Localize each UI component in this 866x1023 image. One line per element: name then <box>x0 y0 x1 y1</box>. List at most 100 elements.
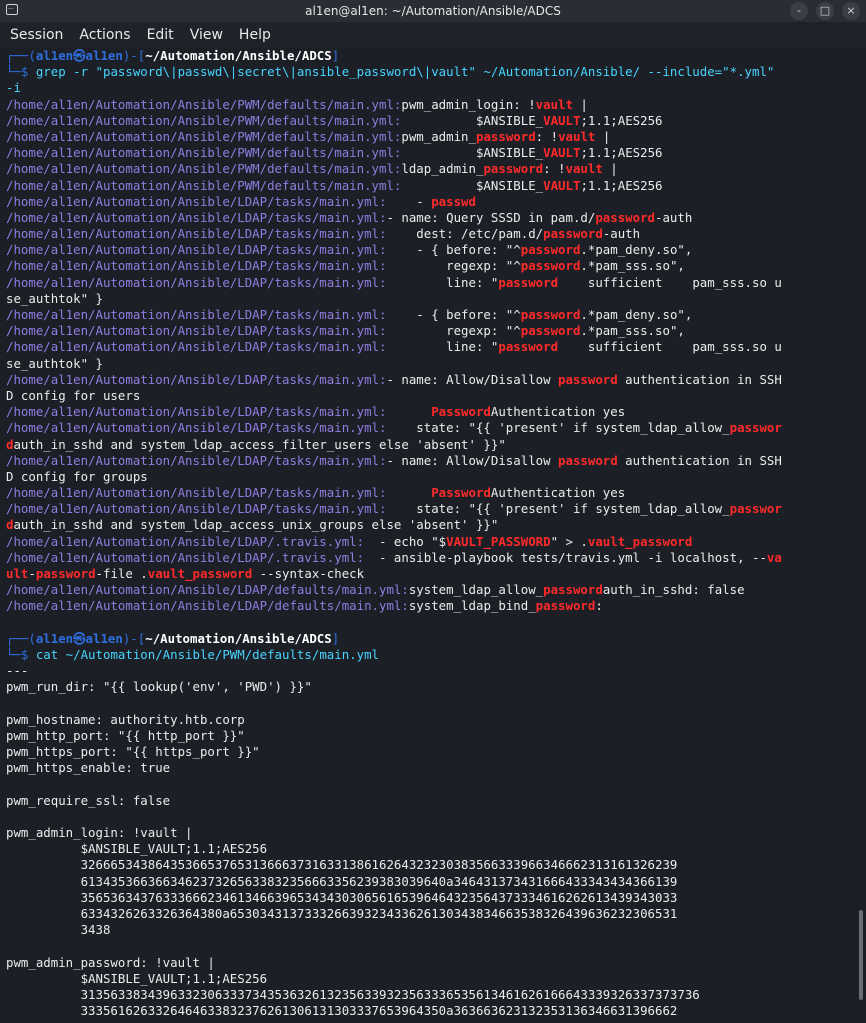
terminal-line: /home/al1en/Automation/Ansible/LDAP/task… <box>6 501 866 517</box>
menu-help[interactable]: Help <box>239 27 271 43</box>
terminal-text: /home/al1en/Automation/Ansible/PWM/defau… <box>6 112 402 128</box>
terminal-text: /home/al1en/Automation/Ansible/LDAP/task… <box>6 339 387 355</box>
terminal-line: /home/al1en/Automation/Ansible/LDAP/task… <box>6 242 866 258</box>
terminal-text: Authentication yes <box>490 485 626 501</box>
terminal-text: - <box>386 193 432 209</box>
minimize-button[interactable]: - <box>790 2 808 20</box>
terminal-text: password <box>535 598 596 614</box>
terminal-line: ┌──(al1en㉿al1en)-[~/Automation/Ansible/A… <box>6 48 866 64</box>
terminal-line: ┌──(al1en㉿al1en)-[~/Automation/Ansible/A… <box>6 631 866 647</box>
terminal-text: -auth <box>655 209 693 225</box>
terminal-text: 3135633834396332306333734353632613235633… <box>6 986 700 1002</box>
menu-view[interactable]: View <box>190 27 223 43</box>
terminal-output[interactable]: ┌──(al1en㉿al1en)-[~/Automation/Ansible/A… <box>0 48 866 1023</box>
title-bar[interactable]: al1en@al1en: ~/Automation/Ansible/ADCS -… <box>0 0 866 22</box>
terminal-text: - echo "$ <box>364 533 447 549</box>
terminal-text: authentication in SSH <box>617 452 782 468</box>
menu-bar: Session Actions Edit View Help <box>0 22 866 48</box>
terminal-text: vault_password <box>587 533 693 549</box>
terminal-text: line: " <box>386 339 499 355</box>
terminal-text: pwm_admin_login: ! <box>401 96 536 112</box>
terminal-line: dauth_in_sshd and system_ldap_access_fil… <box>6 437 866 453</box>
scrollbar[interactable] <box>859 910 863 1000</box>
terminal-text: $ANSIBLE_ <box>401 145 544 161</box>
terminal-text: sufficient pam_sss.so u <box>558 274 782 290</box>
terminal-text: -auth <box>602 226 641 242</box>
terminal-line: /home/al1en/Automation/Ansible/PWM/defau… <box>6 113 866 129</box>
terminal-text: /home/al1en/Automation/Ansible/LDAP/.tra… <box>6 549 365 565</box>
terminal-line: /home/al1en/Automation/Ansible/LDAP/task… <box>6 226 866 242</box>
terminal-line: /home/al1en/Automation/Ansible/LDAP/task… <box>6 194 866 210</box>
terminal-text: pwm_run_dir: "{{ lookup('env', 'PWD') }}… <box>6 679 312 695</box>
terminal-text: 3335616263326464633832376261306131303337… <box>6 1003 678 1019</box>
terminal-line: D config for groups <box>6 469 866 485</box>
terminal-text: - { before: "^ <box>386 242 521 258</box>
menu-session[interactable]: Session <box>10 27 63 43</box>
terminal-line: 3266653438643536653765313666373163313861… <box>6 857 866 873</box>
terminal-text: -i <box>6 80 21 96</box>
terminal-line: 6134353663663462373265633832356663356239… <box>6 874 866 890</box>
terminal-text: dest: /etc/pam.d/ <box>386 226 544 242</box>
menu-actions[interactable]: Actions <box>79 27 130 43</box>
terminal-line: 3438 <box>6 922 866 938</box>
terminal-text: : <box>595 598 603 614</box>
terminal-text: )-[ <box>122 48 146 63</box>
window-title: al1en@al1en: ~/Automation/Ansible/ADCS <box>305 4 561 18</box>
terminal-text: .*pam_sss.so", <box>580 323 685 339</box>
terminal-text: /home/al1en/Automation/Ansible/PWM/defau… <box>6 161 402 177</box>
terminal-text: VAULT <box>543 112 581 128</box>
menu-edit[interactable]: Edit <box>147 27 174 43</box>
terminal-line: /home/al1en/Automation/Ansible/LDAP/defa… <box>6 582 866 598</box>
terminal-text: se_authtok" } <box>6 290 103 306</box>
terminal-text: -file . <box>95 566 148 581</box>
terminal-text: /home/al1en/Automation/Ansible/PWM/defau… <box>6 145 402 161</box>
terminal-text: ;1.1;AES256 <box>580 145 663 161</box>
terminal-text: VAULT <box>543 145 581 161</box>
terminal-text: se_authtok" } <box>6 355 103 371</box>
terminal-text: pwm_admin_ <box>401 128 476 144</box>
terminal-text: Password <box>431 404 491 420</box>
terminal-line: 3135633834396332306333734353632613235633… <box>6 987 866 1003</box>
maximize-button[interactable]: □ <box>816 2 834 20</box>
terminal-line: pwm_require_ssl: false <box>6 793 866 809</box>
terminal-line: /home/al1en/Automation/Ansible/LDAP/task… <box>6 275 866 291</box>
terminal-text: 3266653438643536653765313666373163313861… <box>6 857 678 873</box>
terminal-line: /home/al1en/Automation/Ansible/LDAP/task… <box>6 339 866 355</box>
terminal-text: password <box>558 371 618 387</box>
terminal-line: /home/al1en/Automation/Ansible/LDAP/task… <box>6 404 866 420</box>
terminal-text: | <box>602 161 618 177</box>
terminal-text: al1en㉿al1en <box>35 48 123 63</box>
terminal-text: password <box>520 307 581 322</box>
terminal-text: /home/al1en/Automation/Ansible/LDAP/task… <box>6 258 387 274</box>
terminal-line: pwm_admin_login: !vault | <box>6 825 866 841</box>
terminal-text: system_ldap_bind_ <box>408 598 536 614</box>
terminal-line: /home/al1en/Automation/Ansible/LDAP/.tra… <box>6 534 866 550</box>
terminal-text: Password <box>431 485 491 501</box>
terminal-text: /home/al1en/Automation/Ansible/LDAP/task… <box>6 404 387 420</box>
terminal-text: /home/al1en/Automation/Ansible/LDAP/task… <box>6 307 387 322</box>
terminal-line: --- <box>6 663 866 679</box>
close-button[interactable]: × <box>842 2 860 20</box>
terminal-line: se_authtok" } <box>6 291 866 307</box>
terminal-line: /home/al1en/Automation/Ansible/PWM/defau… <box>6 161 866 177</box>
terminal-line: /home/al1en/Automation/Ansible/LDAP/task… <box>6 372 866 388</box>
terminal-line: /home/al1en/Automation/Ansible/LDAP/task… <box>6 307 866 323</box>
terminal-text: VAULT_PASSWORD <box>446 533 551 549</box>
terminal-line: 6334326263326364380a65303431373332663932… <box>6 906 866 922</box>
terminal-line: /home/al1en/Automation/Ansible/PWM/defau… <box>6 97 866 113</box>
terminal-text: /home/al1en/Automation/Ansible/LDAP/task… <box>6 242 387 258</box>
terminal-text: )-[ <box>122 630 146 646</box>
terminal-line: pwm_https_port: "{{ https_port }}" <box>6 744 866 760</box>
terminal-line: /home/al1en/Automation/Ansible/LDAP/task… <box>6 420 866 436</box>
terminal-text: /home/al1en/Automation/Ansible/LDAP/task… <box>6 274 387 290</box>
terminal-line: 3565363437633366623461346639653434303065… <box>6 890 866 906</box>
terminal-text: pwm_https_enable: true <box>6 760 171 776</box>
terminal-text: /home/al1en/Automation/Ansible/PWM/defau… <box>6 96 402 112</box>
terminal-text: passwor <box>729 420 782 436</box>
terminal-text: system_ldap_allow_ <box>408 582 544 598</box>
terminal-text: /home/al1en/Automation/Ansible/LDAP/task… <box>6 371 387 387</box>
terminal-line: /home/al1en/Automation/Ansible/LDAP/task… <box>6 210 866 226</box>
